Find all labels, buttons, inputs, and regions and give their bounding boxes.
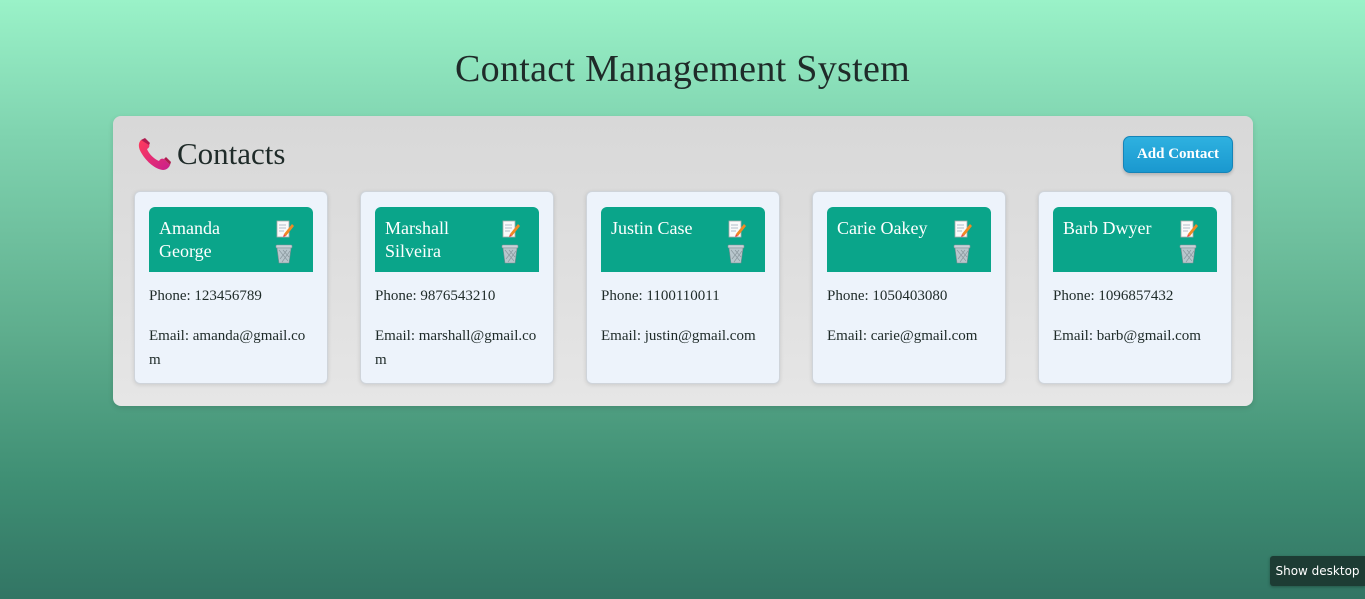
contact-actions <box>707 217 765 272</box>
contact-name: Carie Oakey <box>837 218 928 238</box>
contact-phone: Phone: 1096857432 <box>1053 288 1174 304</box>
contact-card-header: Amanda George <box>149 207 313 272</box>
contacts-panel: Contacts Add Contact Amanda George Phone… <box>113 116 1253 406</box>
edit-icon[interactable] <box>1178 219 1199 240</box>
contact-card: Amanda George Phone: 123456789 Email: am… <box>134 191 328 384</box>
contact-email: Email: justin@gmail.com <box>601 328 756 344</box>
contact-card: Carie Oakey Phone: 1050403080 Email: car… <box>812 191 1006 384</box>
contact-actions <box>1159 217 1217 272</box>
phone-icon <box>137 137 171 171</box>
contact-email: Email: amanda@gmail.com <box>149 328 306 368</box>
trash-icon[interactable] <box>726 243 746 264</box>
contact-card: Barb Dwyer Phone: 1096857432 Email: barb… <box>1038 191 1232 384</box>
edit-icon[interactable] <box>726 219 747 240</box>
contact-card-header: Justin Case <box>601 207 765 272</box>
contact-name: Barb Dwyer <box>1063 218 1152 238</box>
contact-card: Marshall Silveira Phone: 9876543210 Emai… <box>360 191 554 384</box>
contact-card-header: Carie Oakey <box>827 207 991 272</box>
edit-icon[interactable] <box>274 219 295 240</box>
add-contact-button[interactable]: Add Contact <box>1123 136 1233 173</box>
contact-phone: Phone: 123456789 <box>149 288 262 304</box>
contact-phone: Phone: 1050403080 <box>827 288 948 304</box>
edit-icon[interactable] <box>500 219 521 240</box>
contact-phone: Phone: 1100110011 <box>601 288 720 304</box>
trash-icon[interactable] <box>274 243 294 264</box>
panel-header: Contacts <box>137 136 286 172</box>
contact-name: Amanda George <box>159 218 220 261</box>
show-desktop-button[interactable]: Show desktop <box>1270 556 1365 586</box>
contact-list: Amanda George Phone: 123456789 Email: am… <box>134 191 1232 384</box>
trash-icon[interactable] <box>500 243 520 264</box>
contact-actions <box>255 217 313 272</box>
contact-card-header: Barb Dwyer <box>1053 207 1217 272</box>
contact-email: Email: carie@gmail.com <box>827 328 978 344</box>
contact-card-header: Marshall Silveira <box>375 207 539 272</box>
contact-phone: Phone: 9876543210 <box>375 288 496 304</box>
contact-actions <box>481 217 539 272</box>
trash-icon[interactable] <box>1178 243 1198 264</box>
contact-email: Email: marshall@gmail.com <box>375 328 537 368</box>
contact-email: Email: barb@gmail.com <box>1053 328 1201 344</box>
panel-title: Contacts <box>177 136 286 171</box>
edit-icon[interactable] <box>952 219 973 240</box>
contact-actions <box>933 217 991 272</box>
contact-card: Justin Case Phone: 1100110011 Email: jus… <box>586 191 780 384</box>
trash-icon[interactable] <box>952 243 972 264</box>
page-title: Contact Management System <box>455 48 910 91</box>
contact-name: Marshall Silveira <box>385 218 449 261</box>
contact-name: Justin Case <box>611 218 693 238</box>
